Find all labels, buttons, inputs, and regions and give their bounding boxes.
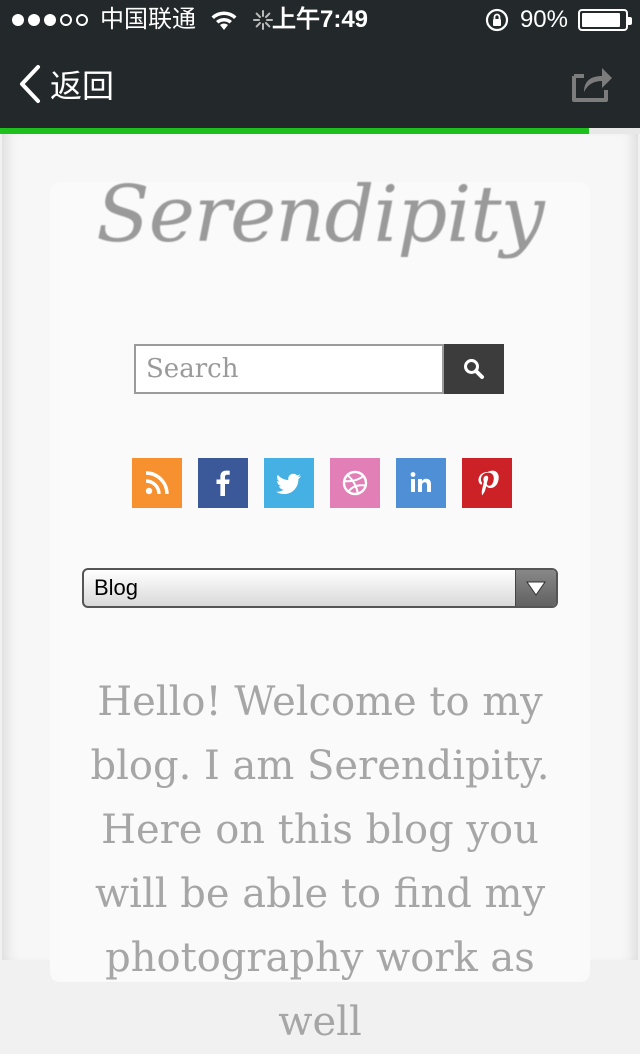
- signal-dot: [12, 14, 24, 26]
- dribbble-link[interactable]: [330, 458, 380, 508]
- rotation-lock-icon: [485, 8, 509, 32]
- rss-icon: [145, 471, 169, 495]
- intro-text: Hello! Welcome to my blog. I am Serendip…: [90, 679, 550, 1045]
- social-links: [132, 458, 512, 508]
- linkedin-icon: [410, 472, 431, 492]
- blog-nav-select[interactable]: Blog: [82, 568, 558, 608]
- signal-dot: [44, 14, 56, 26]
- status-right: 90%: [484, 0, 632, 40]
- signal-dot: [28, 14, 40, 26]
- search-input[interactable]: [134, 344, 444, 394]
- chevron-left-icon: [20, 65, 40, 103]
- activity-spinner-icon: [253, 10, 273, 30]
- pinterest-link[interactable]: [462, 458, 512, 508]
- facebook-icon: [216, 470, 230, 496]
- search-icon: [464, 359, 484, 379]
- facebook-link[interactable]: [198, 458, 248, 508]
- wifi-icon: [211, 11, 237, 30]
- status-left: 中国联通: [12, 0, 274, 40]
- twitter-icon: [276, 473, 301, 494]
- search-button[interactable]: [444, 344, 504, 394]
- signal-dot: [60, 14, 72, 26]
- rss-link[interactable]: [132, 458, 182, 508]
- back-label: 返回: [50, 68, 115, 104]
- back-button[interactable]: 返回: [18, 40, 114, 128]
- carrier-name: 中国联通: [100, 6, 196, 33]
- linkedin-link[interactable]: [396, 458, 446, 508]
- navigation-bar: 返回: [0, 40, 640, 128]
- site-logo[interactable]: Serendipity: [2, 170, 638, 260]
- dropdown-arrow-icon: [515, 570, 556, 606]
- battery-percent: 90%: [519, 6, 568, 33]
- share-icon[interactable]: [570, 64, 614, 104]
- signal-dot: [76, 14, 88, 26]
- battery-icon: [578, 9, 632, 31]
- pinterest-icon: [478, 470, 499, 496]
- status-time: 上午7:49: [272, 6, 369, 33]
- dribbble-icon: [342, 470, 368, 496]
- signal-strength-icon: [12, 14, 88, 26]
- battery-tip: [628, 17, 632, 25]
- triangle-down-icon: [526, 581, 546, 596]
- web-page: Serendipity Search Blog Hello! Welcome t…: [2, 134, 638, 1045]
- search-form: [134, 344, 504, 394]
- battery-fill: [582, 13, 620, 27]
- status-bar: 中国联通 上午7:49 90%: [0, 0, 640, 40]
- blog-nav-select-value: Blog: [94, 575, 139, 600]
- twitter-link[interactable]: [264, 458, 314, 508]
